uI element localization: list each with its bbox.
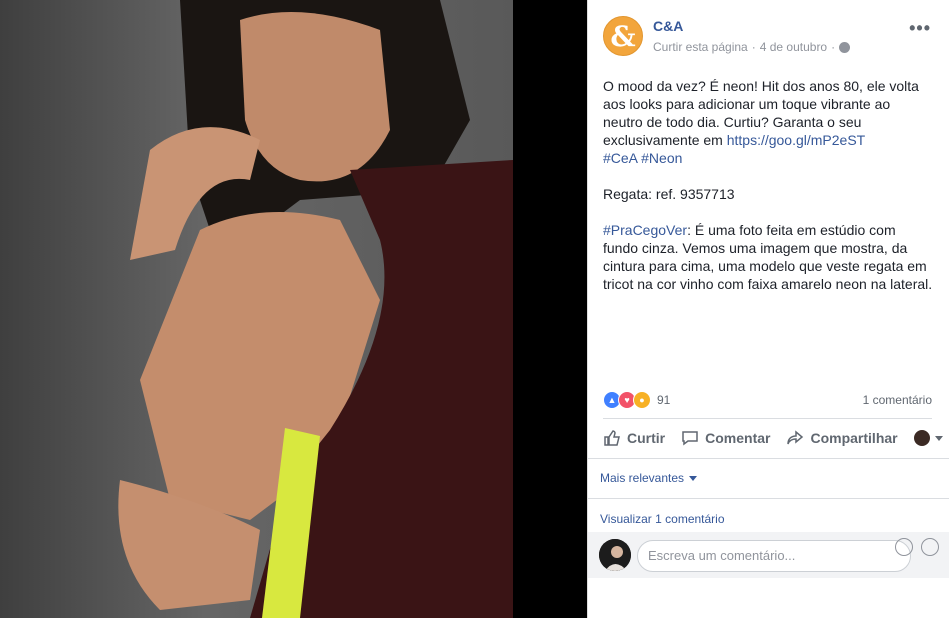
globe-icon <box>839 41 851 53</box>
comment-composer: Escreva um comentário... <box>588 532 949 578</box>
comment-sort-label: Mais relevantes <box>600 471 685 485</box>
divider-top <box>603 418 932 419</box>
comment-icon <box>682 431 698 446</box>
product-ref: Regata: ref. 9357713 <box>603 186 735 202</box>
divider-actions <box>588 458 949 459</box>
page-logo[interactable]: & <box>603 16 643 56</box>
comment-input[interactable]: Escreva um comentário... <box>637 540 911 572</box>
angry-reaction-icon: ● <box>633 391 651 409</box>
post-text: O mood da vez? É neon! Hit dos anos 80, … <box>603 77 933 311</box>
post-photo[interactable] <box>0 0 513 618</box>
composer-icons <box>895 538 939 556</box>
sort-chevron-down-icon <box>689 475 698 481</box>
comment-sort-selector[interactable]: Mais relevantes <box>600 471 698 485</box>
post-link[interactable]: https://goo.gl/mP2eST <box>727 132 866 148</box>
like-button-label: Curtir <box>627 430 666 446</box>
more-options-icon[interactable]: ••• <box>909 18 931 39</box>
page-meta: C&A Curtir esta página · 4 de outubro · <box>653 17 851 55</box>
reaction-icons[interactable]: ▲ ♥ ● <box>603 391 651 409</box>
reactions-bar: ▲ ♥ ● 91 1 comentário <box>603 390 932 410</box>
accessibility-hashtag[interactable]: #PraCegoVer <box>603 222 687 238</box>
divider-sort <box>588 498 949 499</box>
lightbox-gap <box>513 0 587 618</box>
post-date[interactable]: 4 de outubro <box>760 39 827 55</box>
page-name[interactable]: C&A <box>653 17 850 35</box>
thumbs-up-icon <box>604 430 620 446</box>
post-side-panel: & C&A Curtir esta página · 4 de outubro … <box>587 0 949 618</box>
reaction-profile-selector[interactable] <box>913 430 943 446</box>
user-avatar[interactable] <box>599 539 631 571</box>
view-comments-link[interactable]: Visualizar 1 comentário <box>600 512 725 526</box>
share-button-label: Compartilhar <box>810 430 898 446</box>
chevron-down-icon <box>934 435 943 441</box>
post-header: & C&A Curtir esta página · 4 de outubro … <box>603 14 851 58</box>
like-button[interactable]: Curtir <box>603 429 665 447</box>
meta-separator: · <box>751 40 756 54</box>
share-button[interactable]: Compartilhar <box>786 429 898 447</box>
user-avatar-image <box>599 539 631 571</box>
share-icon <box>787 430 804 445</box>
sticker-icon[interactable] <box>921 538 939 556</box>
post-meta-line: Curtir esta página · 4 de outubro · <box>653 39 851 55</box>
meta-separator-2: · <box>831 40 836 54</box>
reaction-count[interactable]: 91 <box>657 393 670 407</box>
post-actions: Curtir Comentar Compartilhar <box>603 420 943 456</box>
emoji-icon[interactable] <box>895 538 913 556</box>
post-hashtags[interactable]: #CeA #Neon <box>603 150 682 166</box>
comment-count[interactable]: 1 comentário <box>863 393 932 407</box>
comment-button[interactable]: Comentar <box>681 429 770 447</box>
like-page-link[interactable]: Curtir esta página <box>653 39 748 55</box>
comment-button-label: Comentar <box>705 430 771 446</box>
model-photo-illustration <box>0 0 513 618</box>
user-avatar-small <box>913 430 930 446</box>
